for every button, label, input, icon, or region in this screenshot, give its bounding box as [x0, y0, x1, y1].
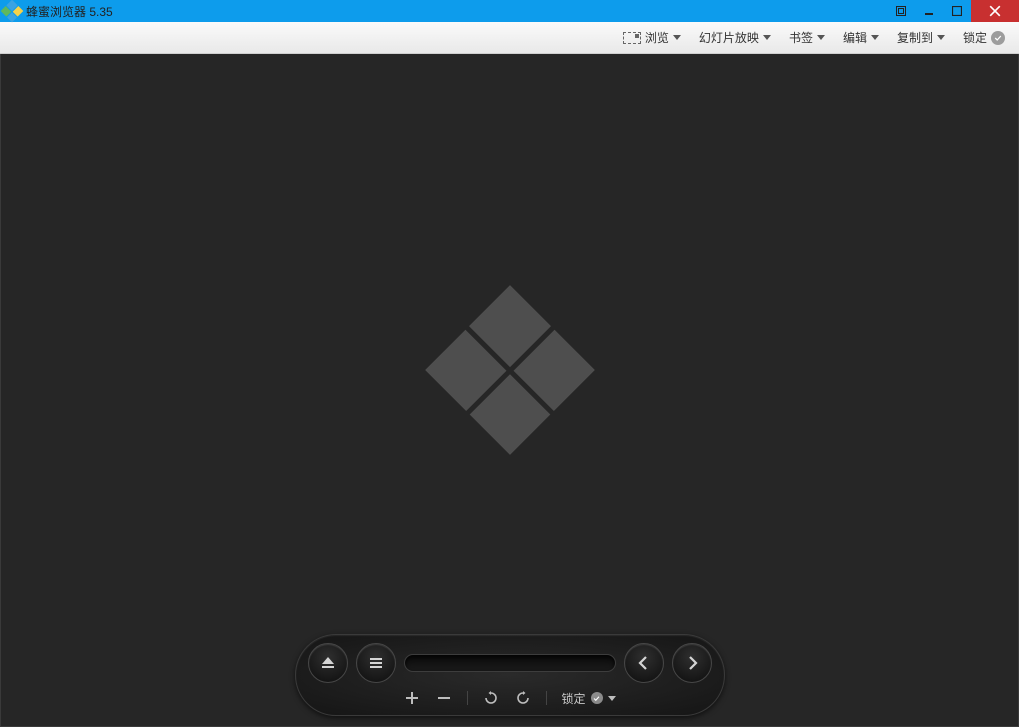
minimize-icon — [924, 6, 934, 16]
rotate-left-button[interactable] — [482, 689, 500, 707]
chevron-right-icon — [684, 655, 700, 671]
zoom-in-button[interactable] — [403, 689, 421, 707]
next-button[interactable] — [672, 643, 712, 683]
plus-icon — [405, 691, 419, 705]
slideshow-label: 幻灯片放映 — [699, 29, 759, 46]
chevron-down-icon — [763, 35, 771, 40]
copyto-menu[interactable]: 复制到 — [893, 27, 949, 48]
lock-label: 锁定 — [963, 29, 987, 46]
chevron-down-icon — [937, 35, 945, 40]
previous-button[interactable] — [624, 643, 664, 683]
toolbar: 浏览 幻灯片放映 书签 编辑 复制到 锁定 — [0, 22, 1019, 54]
browse-menu[interactable]: 浏览 — [619, 27, 685, 48]
window-title: 蜂蜜浏览器 5.35 — [26, 3, 113, 20]
window-controls — [887, 0, 1019, 22]
image-viewport: 锁定 — [0, 54, 1019, 727]
divider — [546, 691, 547, 705]
browse-icon — [623, 32, 641, 44]
bookmark-menu[interactable]: 书签 — [785, 27, 829, 48]
chevron-down-icon — [817, 35, 825, 40]
playback-control-bar: 锁定 — [295, 634, 725, 716]
check-circle-icon — [991, 31, 1005, 45]
fullscreen-button[interactable] — [887, 0, 915, 22]
chevron-down-icon — [871, 35, 879, 40]
minimize-button[interactable] — [915, 0, 943, 22]
eject-icon — [320, 655, 336, 671]
list-button[interactable] — [356, 643, 396, 683]
close-icon — [989, 5, 1001, 17]
rotate-right-button[interactable] — [514, 689, 532, 707]
titlebar: 蜂蜜浏览器 5.35 — [0, 0, 1019, 22]
close-button[interactable] — [971, 0, 1019, 22]
browse-label: 浏览 — [645, 29, 669, 46]
divider — [467, 691, 468, 705]
chevron-down-icon — [608, 694, 616, 702]
app-logo-icon — [1, 0, 24, 22]
progress-slider[interactable] — [404, 654, 616, 672]
copyto-label: 复制到 — [897, 29, 933, 46]
check-circle-icon — [591, 692, 603, 704]
lock-label-bottom: 锁定 — [561, 690, 585, 707]
fullscreen-icon — [896, 6, 906, 16]
rotate-right-icon — [516, 691, 530, 705]
minus-icon — [437, 691, 451, 705]
zoom-out-button[interactable] — [435, 689, 453, 707]
lock-toggle-bottom[interactable]: 锁定 — [561, 690, 615, 707]
lock-toggle[interactable]: 锁定 — [959, 27, 1009, 48]
bookmark-label: 书签 — [789, 29, 813, 46]
chevron-down-icon — [673, 35, 681, 40]
placeholder-logo-icon — [425, 285, 595, 455]
eject-button[interactable] — [308, 643, 348, 683]
maximize-icon — [952, 6, 962, 16]
maximize-button[interactable] — [943, 0, 971, 22]
progress-slider-wrap — [404, 654, 616, 672]
edit-label: 编辑 — [843, 29, 867, 46]
list-icon — [368, 655, 384, 671]
chevron-left-icon — [636, 655, 652, 671]
slideshow-menu[interactable]: 幻灯片放映 — [695, 27, 775, 48]
rotate-left-icon — [484, 691, 498, 705]
edit-menu[interactable]: 编辑 — [839, 27, 883, 48]
